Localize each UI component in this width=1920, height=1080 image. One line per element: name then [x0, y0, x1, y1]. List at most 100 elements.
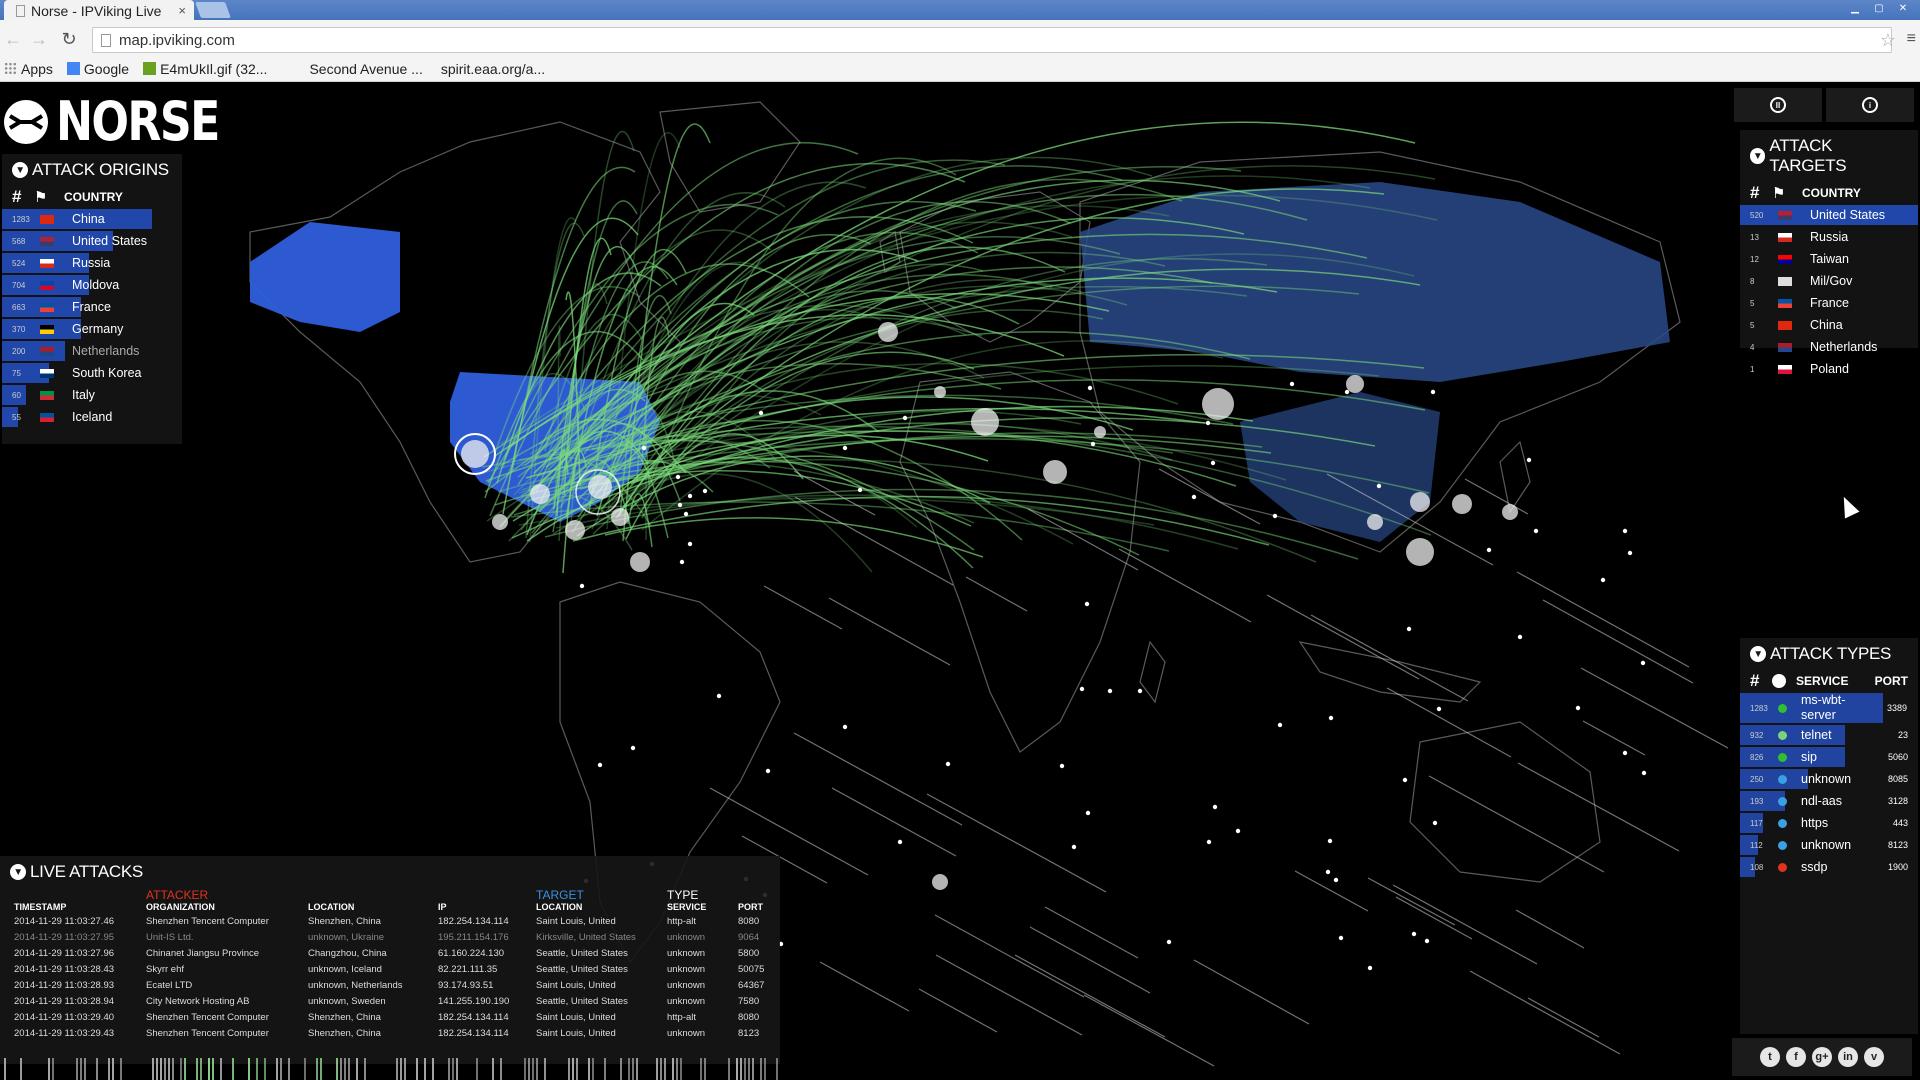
social-icon[interactable]: t: [1760, 1047, 1780, 1067]
country-name: Italy: [72, 388, 95, 402]
ticker-bar: [52, 1058, 54, 1080]
country-name: Mil/Gov: [1810, 274, 1853, 288]
live-attacks-header[interactable]: ▼ Live Attacks: [0, 856, 780, 888]
service-row[interactable]: 932 telnet 23: [1740, 724, 1918, 746]
tab-close-icon[interactable]: ×: [178, 3, 186, 18]
bookmark-star-icon[interactable]: ☆: [1880, 30, 1896, 51]
pause-button[interactable]: II: [1734, 88, 1822, 122]
bookmark-item[interactable]: Google: [66, 60, 130, 77]
country-row[interactable]: 370 Germany: [2, 318, 182, 340]
ticker-bar: [576, 1058, 578, 1080]
ticker-bar: [536, 1058, 538, 1080]
live-attack-cell: 82.221.111.35: [438, 964, 498, 975]
ticker-bar: [424, 1058, 426, 1080]
bookmark-item[interactable]: Second Avenue ...: [305, 61, 422, 77]
ticker-bar: [120, 1058, 122, 1080]
ticker-bar: [532, 1058, 534, 1080]
social-icon[interactable]: f: [1786, 1047, 1806, 1067]
attack-dot: [1327, 838, 1333, 844]
live-column-port: Port 8080 9064 5800 50075 64367 7580 8080 8123: [738, 888, 764, 1044]
service-row[interactable]: 117 https 443: [1740, 812, 1918, 834]
country-row[interactable]: 5 China: [1740, 314, 1918, 336]
minimize-icon[interactable]: ▁: [1844, 1, 1866, 15]
live-column-label: Location: [536, 902, 583, 912]
country-row[interactable]: 13 Russia: [1740, 226, 1918, 248]
country-row[interactable]: 75 South Korea: [2, 362, 182, 384]
service-port: 8123: [1887, 840, 1908, 850]
back-arrow-icon[interactable]: ←: [2, 28, 24, 50]
maximize-icon[interactable]: ▢: [1868, 1, 1890, 15]
attack-line: [965, 576, 1028, 612]
country-row[interactable]: 1283 China: [2, 208, 182, 230]
country-row[interactable]: 200 Netherlands: [2, 340, 182, 362]
address-bar[interactable]: map.ipviking.com: [92, 27, 1892, 53]
new-tab-button[interactable]: [195, 2, 231, 18]
ticker-bar: [744, 1058, 746, 1080]
country-flag-icon: [1778, 276, 1792, 286]
service-row[interactable]: 193 ndl-aas 3128: [1740, 790, 1918, 812]
country-name: Taiwan: [1810, 252, 1849, 266]
attack-dot: [1640, 660, 1646, 666]
country-row[interactable]: 663 France: [2, 296, 182, 318]
service-row[interactable]: 108 ssdp 1900: [1740, 856, 1918, 878]
ticker-bar: [572, 1058, 574, 1080]
service-port: 8085: [1887, 774, 1908, 784]
bookmark-item[interactable]: Apps: [4, 61, 53, 77]
bookmark-label: Google: [83, 60, 130, 77]
attack-types-header[interactable]: ▼ Attack Types: [1740, 638, 1918, 670]
ticker-bar: [336, 1058, 338, 1080]
attack-targets-header[interactable]: ▼ Attack Targets: [1740, 130, 1918, 182]
country-row[interactable]: 524 Russia: [2, 252, 182, 274]
country-row[interactable]: 5 France: [1740, 292, 1918, 314]
attack-origins-header[interactable]: ▼ Attack Origins: [2, 154, 182, 186]
chevron-down-icon: ▼: [10, 864, 26, 880]
country-row[interactable]: 520 United States: [1740, 204, 1918, 226]
ticker-bar: [20, 1058, 22, 1080]
live-attack-cell: 141.255.190.190: [438, 996, 510, 1007]
social-icon[interactable]: in: [1838, 1047, 1858, 1067]
bookmark-item[interactable]: spirit.eaa.org/a...: [437, 61, 545, 77]
service-row[interactable]: 250 unknown 8085: [1740, 768, 1918, 790]
country-row[interactable]: 60 Italy: [2, 384, 182, 406]
country-row[interactable]: 4 Netherlands: [1740, 336, 1918, 358]
country-name: United States: [1810, 208, 1886, 222]
attack-dot: [1277, 722, 1283, 728]
social-icon[interactable]: g+: [1812, 1047, 1832, 1067]
service-dot-icon: [1778, 774, 1787, 784]
forward-arrow-icon[interactable]: →: [28, 28, 50, 50]
attack-dot: [687, 493, 693, 499]
info-button[interactable]: i: [1826, 88, 1914, 122]
attack-line: [1294, 870, 1369, 912]
service-row[interactable]: 826 sip 5060: [1740, 746, 1918, 768]
ticker-bar: [96, 1058, 98, 1080]
live-attack-cell: 2014-11-29 11:03:28.43: [14, 964, 115, 975]
menu-icon[interactable]: ≡: [1907, 30, 1916, 48]
service-name: ms-wbt-server: [1801, 693, 1846, 722]
ticker-bar: [636, 1058, 638, 1080]
live-attack-cell: Shenzhen, China: [308, 1028, 381, 1039]
live-attack-cell: http-alt: [667, 1012, 697, 1023]
close-window-icon[interactable]: ✕: [1892, 1, 1914, 15]
country-row[interactable]: 12 Taiwan: [1740, 248, 1918, 270]
attack-targets-list: 520 United States 13 Russia 12 Taiwan 8 Mil/Gov…: [1740, 204, 1918, 380]
browser-tab[interactable]: Norse - IPViking Live ×: [4, 0, 194, 20]
country-row[interactable]: 704 Moldova: [2, 274, 182, 296]
ticker-bar: [256, 1058, 258, 1080]
country-row[interactable]: 8 Mil/Gov: [1740, 270, 1918, 292]
service-row[interactable]: 1283 ms-wbt-server 3389: [1740, 692, 1918, 724]
live-attack-cell: 5800: [738, 948, 760, 959]
reload-icon[interactable]: ↻: [58, 28, 80, 50]
attack-count: 1283: [12, 214, 30, 224]
ticker-bar: [344, 1058, 346, 1080]
attack-types-title: Attack Types: [1770, 644, 1892, 663]
landmass-outline: [1139, 640, 1166, 704]
country-row[interactable]: 1 Poland: [1740, 358, 1918, 380]
social-icon[interactable]: v: [1864, 1047, 1884, 1067]
country-flag-icon: [40, 258, 54, 268]
bookmark-item[interactable]: E4mUkIl.gif (32...: [143, 61, 267, 77]
country-row[interactable]: 568 United States: [2, 230, 182, 252]
country-row[interactable]: 55 Iceland: [2, 406, 182, 428]
live-attack-cell: unknown, Sweden: [308, 996, 386, 1007]
service-row[interactable]: 112 unknown 8123: [1740, 834, 1918, 856]
live-attack-cell: Changzhou, China: [308, 948, 387, 959]
